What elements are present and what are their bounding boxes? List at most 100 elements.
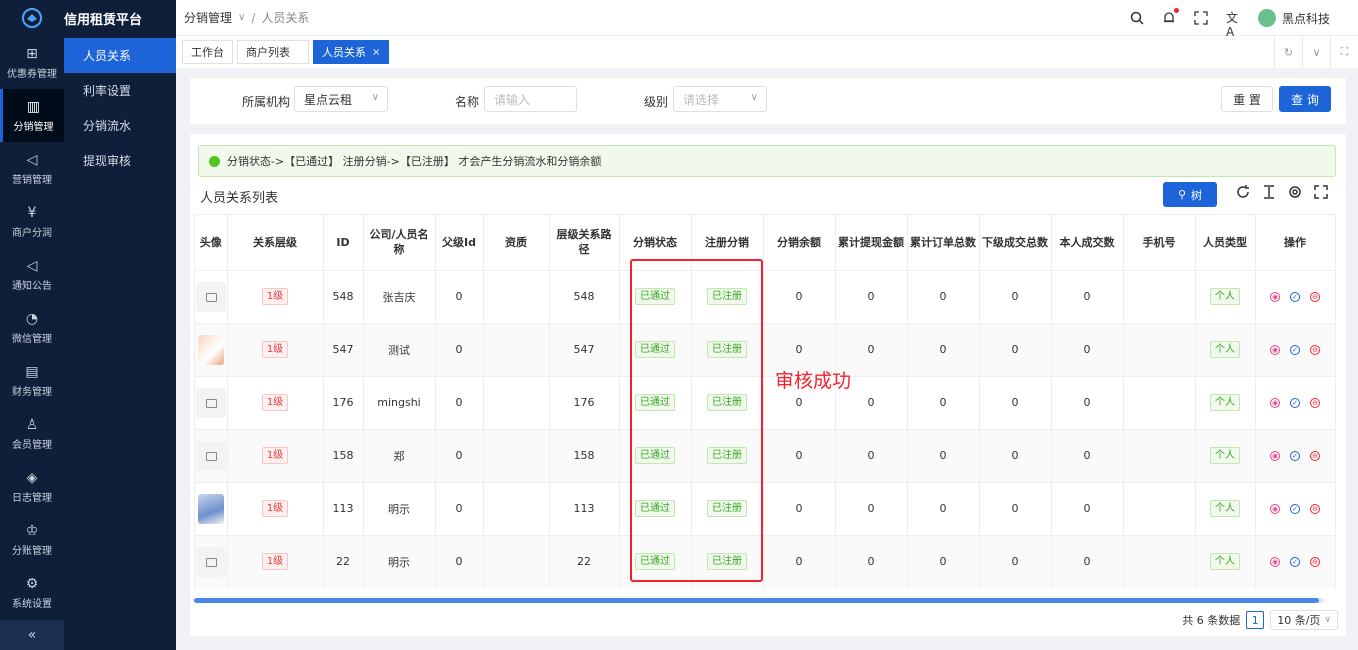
tab-merchants[interactable]: 商户列表: [237, 40, 309, 64]
rail-item-8[interactable]: ◈ 日志管理: [0, 460, 64, 513]
remove-icon[interactable]: ⊖: [1310, 344, 1320, 355]
refresh-icon[interactable]: ↻: [1274, 36, 1302, 68]
translate-icon[interactable]: 文A: [1226, 11, 1240, 39]
gear-icon[interactable]: [1287, 184, 1303, 200]
check-circle-icon[interactable]: ✓: [1290, 397, 1300, 408]
table-row[interactable]: 1级 547 测试 0 547 已通过 已注册 0 0 0 0 0 个人 ◉ ✓ ⊖: [195, 323, 1336, 377]
breadcrumb-item-distribution[interactable]: 分销管理: [184, 9, 232, 26]
avatar[interactable]: [197, 334, 224, 365]
column-height-icon[interactable]: [1261, 184, 1277, 200]
view-icon[interactable]: ◉: [1270, 556, 1280, 567]
user-menu[interactable]: 黑点科技: [1257, 9, 1330, 27]
own_deals-cell: 0: [1051, 482, 1124, 536]
rail-item-0[interactable]: ⊞ 优惠券管理: [0, 36, 64, 89]
check-circle-icon[interactable]: ✓: [1290, 450, 1300, 461]
refresh-icon[interactable]: [1235, 184, 1251, 200]
rail-item-3[interactable]: ¥ 商户分润: [0, 195, 64, 248]
query-button[interactable]: 查 询: [1279, 86, 1331, 112]
check-circle-icon[interactable]: ✓: [1290, 503, 1300, 514]
table-row[interactable]: 1级 158 郑 0 158 已通过 已注册 0 0 0 0 0 个人 ◉ ✓ ⊖: [195, 429, 1336, 483]
check-circle-icon[interactable]: ✓: [1290, 291, 1300, 302]
level-select[interactable]: 请选择 ∨: [673, 86, 767, 112]
tab-bar: 工作台 商户列表 人员关系 × ↻ ∨ ⛶: [176, 36, 1358, 68]
reset-button[interactable]: 重 置: [1221, 86, 1273, 112]
rail-item-7[interactable]: ♙ 会员管理: [0, 407, 64, 460]
rail-item-1[interactable]: ▥ 分销管理: [0, 89, 64, 142]
own_deals-value: 0: [1083, 343, 1091, 356]
top-header: 分销管理 ∨ / 人员关系 文A 黑点科技: [176, 0, 1358, 39]
orders-value: 0: [939, 343, 947, 356]
name-input[interactable]: 请输入: [484, 86, 577, 112]
avatar[interactable]: [197, 493, 224, 524]
horizontal-scrollbar[interactable]: [194, 598, 1324, 603]
tab-workbench[interactable]: 工作台: [182, 40, 233, 64]
name-cell: 明示: [363, 482, 436, 536]
table-row[interactable]: 1级 176 mingshi 0 176 已通过 已注册 0 0 0 0 0 个人 ◉ ✓ ⊖: [195, 376, 1336, 430]
withdraw-value: 0: [867, 290, 875, 303]
column-header: 父级Id: [435, 215, 484, 271]
rail-item-2[interactable]: ◁ 营销管理: [0, 142, 64, 195]
bell-icon[interactable]: [1162, 8, 1179, 25]
view-icon[interactable]: ◉: [1270, 397, 1280, 408]
remove-icon[interactable]: ⊖: [1310, 450, 1320, 461]
remove-icon[interactable]: ⊖: [1310, 291, 1320, 302]
submenu-item-withdraw[interactable]: 提现审核: [64, 143, 176, 178]
page-size-select[interactable]: 10 条/页 ∨: [1270, 610, 1338, 630]
remove-icon[interactable]: ⊖: [1310, 503, 1320, 514]
collapse-sidebar-button[interactable]: «: [0, 620, 64, 650]
image-placeholder-icon[interactable]: [195, 440, 226, 471]
rail-item-label: 财务管理: [12, 386, 52, 398]
submenu-item-rate[interactable]: 利率设置: [64, 73, 176, 108]
table-row[interactable]: 1级 22 明示 0 22 已通过 已注册 0 0 0 0 0 个人 ◉ ✓ ⊖: [195, 535, 1336, 588]
view-icon[interactable]: ◉: [1270, 291, 1280, 302]
rail-item-5[interactable]: ◔ 微信管理: [0, 301, 64, 354]
check-circle-icon[interactable]: ✓: [1290, 556, 1300, 567]
own_deals-value: 0: [1083, 555, 1091, 568]
scrollbar-thumb[interactable]: [194, 598, 1319, 603]
notification-dot: [1173, 8, 1179, 13]
own_deals-value: 0: [1083, 502, 1091, 515]
image-placeholder-icon[interactable]: [195, 546, 226, 577]
own_deals-value: 0: [1083, 449, 1091, 462]
orders-cell: 0: [907, 376, 980, 430]
submenu-item-relations[interactable]: 人员关系: [64, 38, 176, 73]
view-icon[interactable]: ◉: [1270, 450, 1280, 461]
tab-relations[interactable]: 人员关系 ×: [313, 40, 390, 64]
view-icon[interactable]: ◉: [1270, 344, 1280, 355]
image-placeholder-icon[interactable]: [195, 387, 226, 418]
phone-cell: [1123, 323, 1196, 377]
actions-cell: ◉ ✓ ⊖: [1255, 535, 1336, 588]
search-icon[interactable]: [1130, 11, 1144, 25]
id-value: 158: [332, 449, 354, 462]
check-circle-icon[interactable]: ✓: [1290, 344, 1300, 355]
chart-icon: ▥: [26, 98, 41, 115]
balance-cell: 0: [763, 429, 836, 483]
fullscreen-icon[interactable]: [1194, 11, 1208, 25]
image-placeholder-icon[interactable]: [195, 281, 226, 312]
close-icon[interactable]: ×: [372, 47, 380, 58]
rail-item-6[interactable]: ▤ 财务管理: [0, 354, 64, 407]
submenu-item-flow[interactable]: 分销流水: [64, 108, 176, 143]
id-cell: 158: [323, 429, 364, 483]
page-1-button[interactable]: 1: [1246, 611, 1265, 629]
fullscreen-icon[interactable]: [1313, 184, 1329, 200]
orders-cell: 0: [907, 270, 980, 324]
tree-button[interactable]: ⚲ 树: [1163, 182, 1217, 207]
column-header: 关系层级: [227, 215, 324, 271]
org-select[interactable]: 星点云租 ∨: [294, 86, 388, 112]
table-row[interactable]: 1级 113 明示 0 113 已通过 已注册 0 0 0 0 0 个人 ◉ ✓ ⊖: [195, 482, 1336, 536]
chevron-down-icon[interactable]: ∨: [1302, 36, 1330, 68]
page-size-value: 10 条/页: [1277, 614, 1321, 627]
table-row[interactable]: 1级 548 张吉庆 0 548 已通过 已注册 0 0 0 0 0 个人 ◉ ✓ ⊖: [195, 270, 1336, 324]
view-icon[interactable]: ◉: [1270, 503, 1280, 514]
remove-icon[interactable]: ⊖: [1310, 556, 1320, 567]
rail-item-10[interactable]: ⚙ 系统设置: [0, 566, 64, 619]
name-value: 明示: [388, 502, 410, 516]
rail-item-label: 营销管理: [12, 174, 52, 186]
rail-item-label: 会员管理: [12, 439, 52, 451]
remove-icon[interactable]: ⊖: [1310, 397, 1320, 408]
name-cell: 郑: [363, 429, 436, 483]
rail-item-4[interactable]: ◁ 通知公告: [0, 248, 64, 301]
rail-item-9[interactable]: ♔ 分账管理: [0, 513, 64, 566]
maximize-icon[interactable]: ⛶: [1330, 36, 1358, 68]
